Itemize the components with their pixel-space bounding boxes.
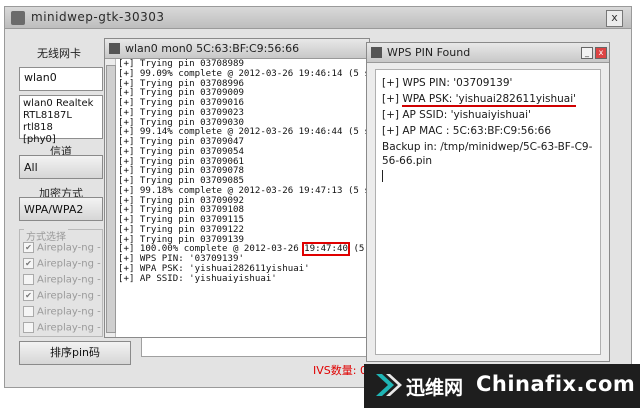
adapter-info-line: RTL8187L rtl818 <box>23 110 72 133</box>
adapter-info-line: wlan0 Realtek <box>23 98 94 109</box>
checkbox-icon[interactable]: ✔ <box>23 290 34 301</box>
terminal-results: [+] WPS PIN: '03709139' [+] WPA PSK: 'yis… <box>118 254 369 284</box>
wps-result-text: [+] WPS PIN: '03709139' [+] WPA PSK: 'yi… <box>375 69 601 355</box>
checkbox-icon[interactable] <box>23 306 34 317</box>
wps-window-title: WPS PIN Found <box>387 46 471 59</box>
highlighted-time: 19:47:40 <box>302 242 350 257</box>
close-icon[interactable]: x <box>595 47 607 59</box>
chinafix-logo-icon <box>376 374 402 396</box>
minimize-icon[interactable]: _ <box>581 47 593 59</box>
checkbox-icon[interactable] <box>23 322 34 333</box>
watermark-en: Chinafix.com <box>476 372 636 396</box>
checkbox-icon[interactable]: ✔ <box>23 258 34 269</box>
window-icon <box>371 47 382 58</box>
terminal-log: [+] Trying pin 03708989 [+] 99.09% comple… <box>118 59 369 245</box>
method-option[interactable]: ✔ Aireplay-ng - <box>23 290 101 302</box>
terminal-title-bar: wlan0 mon0 5C:63:BF:C9:56:66 <box>105 39 369 59</box>
method-section-label: 方式选择 <box>24 228 68 243</box>
watermark-cn: 迅维网 <box>406 377 464 399</box>
wpa-psk-line: [+] WPA PSK: 'yishuai282611yishuai' <box>382 93 577 107</box>
method-section: 方式选择 ✔ Aireplay-ng - ✔ Aireplay-ng - Airep… <box>19 228 103 337</box>
wpa-psk-value: WPA PSK: 'yishuai282611yishuai' <box>402 93 577 107</box>
backup-path: Backup in: /tmp/minidwep/5C-63-BF-C9-56-… <box>382 141 593 167</box>
terminal-title: wlan0 mon0 5C:63:BF:C9:56:66 <box>125 42 300 55</box>
bottom-input[interactable] <box>141 335 373 357</box>
checkbox-icon[interactable]: ✔ <box>23 242 34 253</box>
checkbox-icon[interactable] <box>23 274 34 285</box>
watermark-banner: 迅维网 Chinafix.com <box>364 364 640 408</box>
method-option[interactable]: ✔ Aireplay-ng - <box>23 258 101 270</box>
channel-select[interactable]: All <box>19 155 103 179</box>
terminal-scrollbar[interactable] <box>105 59 116 337</box>
wps-pin-window: WPS PIN Found _ x [+] WPS PIN: '03709139… <box>366 42 610 362</box>
terminal-result-line: [+] AP SSID: 'yishuaiyishuai' <box>118 273 277 284</box>
adapter-info: wlan0 Realtek RTL8187L rtl818 [phy0] <box>19 95 103 145</box>
method-option[interactable]: Aireplay-ng - <box>23 306 101 318</box>
encryption-select[interactable]: WPA/WPA2 <box>19 197 103 221</box>
method-option[interactable]: Aireplay-ng - <box>23 274 101 286</box>
ivs-count: IVS数量: 0 <box>313 364 367 377</box>
wireless-card-label: 无线网卡 <box>37 47 81 60</box>
sort-pin-button[interactable]: 排序pin码 <box>19 341 131 365</box>
wps-title-bar: WPS PIN Found _ x <box>367 43 609 63</box>
close-icon[interactable]: x <box>606 10 623 27</box>
method-option[interactable]: Aireplay-ng - <box>23 322 101 334</box>
terminal-window: wlan0 mon0 5C:63:BF:C9:56:66 [+] Trying … <box>104 38 370 338</box>
main-title-bar: minidwep-gtk-30303 x <box>5 7 631 29</box>
ap-mac-line: [+] AP MAC : 5C:63:BF:C9:56:66 <box>382 125 552 137</box>
terminal-icon <box>109 43 120 54</box>
wps-pin-line: [+] WPS PIN: '03709139' <box>382 77 513 89</box>
main-window-title: minidwep-gtk-30303 <box>31 10 165 24</box>
method-option[interactable]: ✔ Aireplay-ng - <box>23 242 101 254</box>
terminal-output: [+] Trying pin 03708989 [+] 99.09% comple… <box>117 59 369 337</box>
ap-ssid-line: [+] AP SSID: 'yishuaiyishuai' <box>382 109 531 121</box>
scrollbar-thumb[interactable] <box>106 65 116 333</box>
app-icon <box>11 11 25 25</box>
interface-select[interactable]: wlan0 <box>19 67 103 91</box>
text-cursor <box>382 170 383 182</box>
